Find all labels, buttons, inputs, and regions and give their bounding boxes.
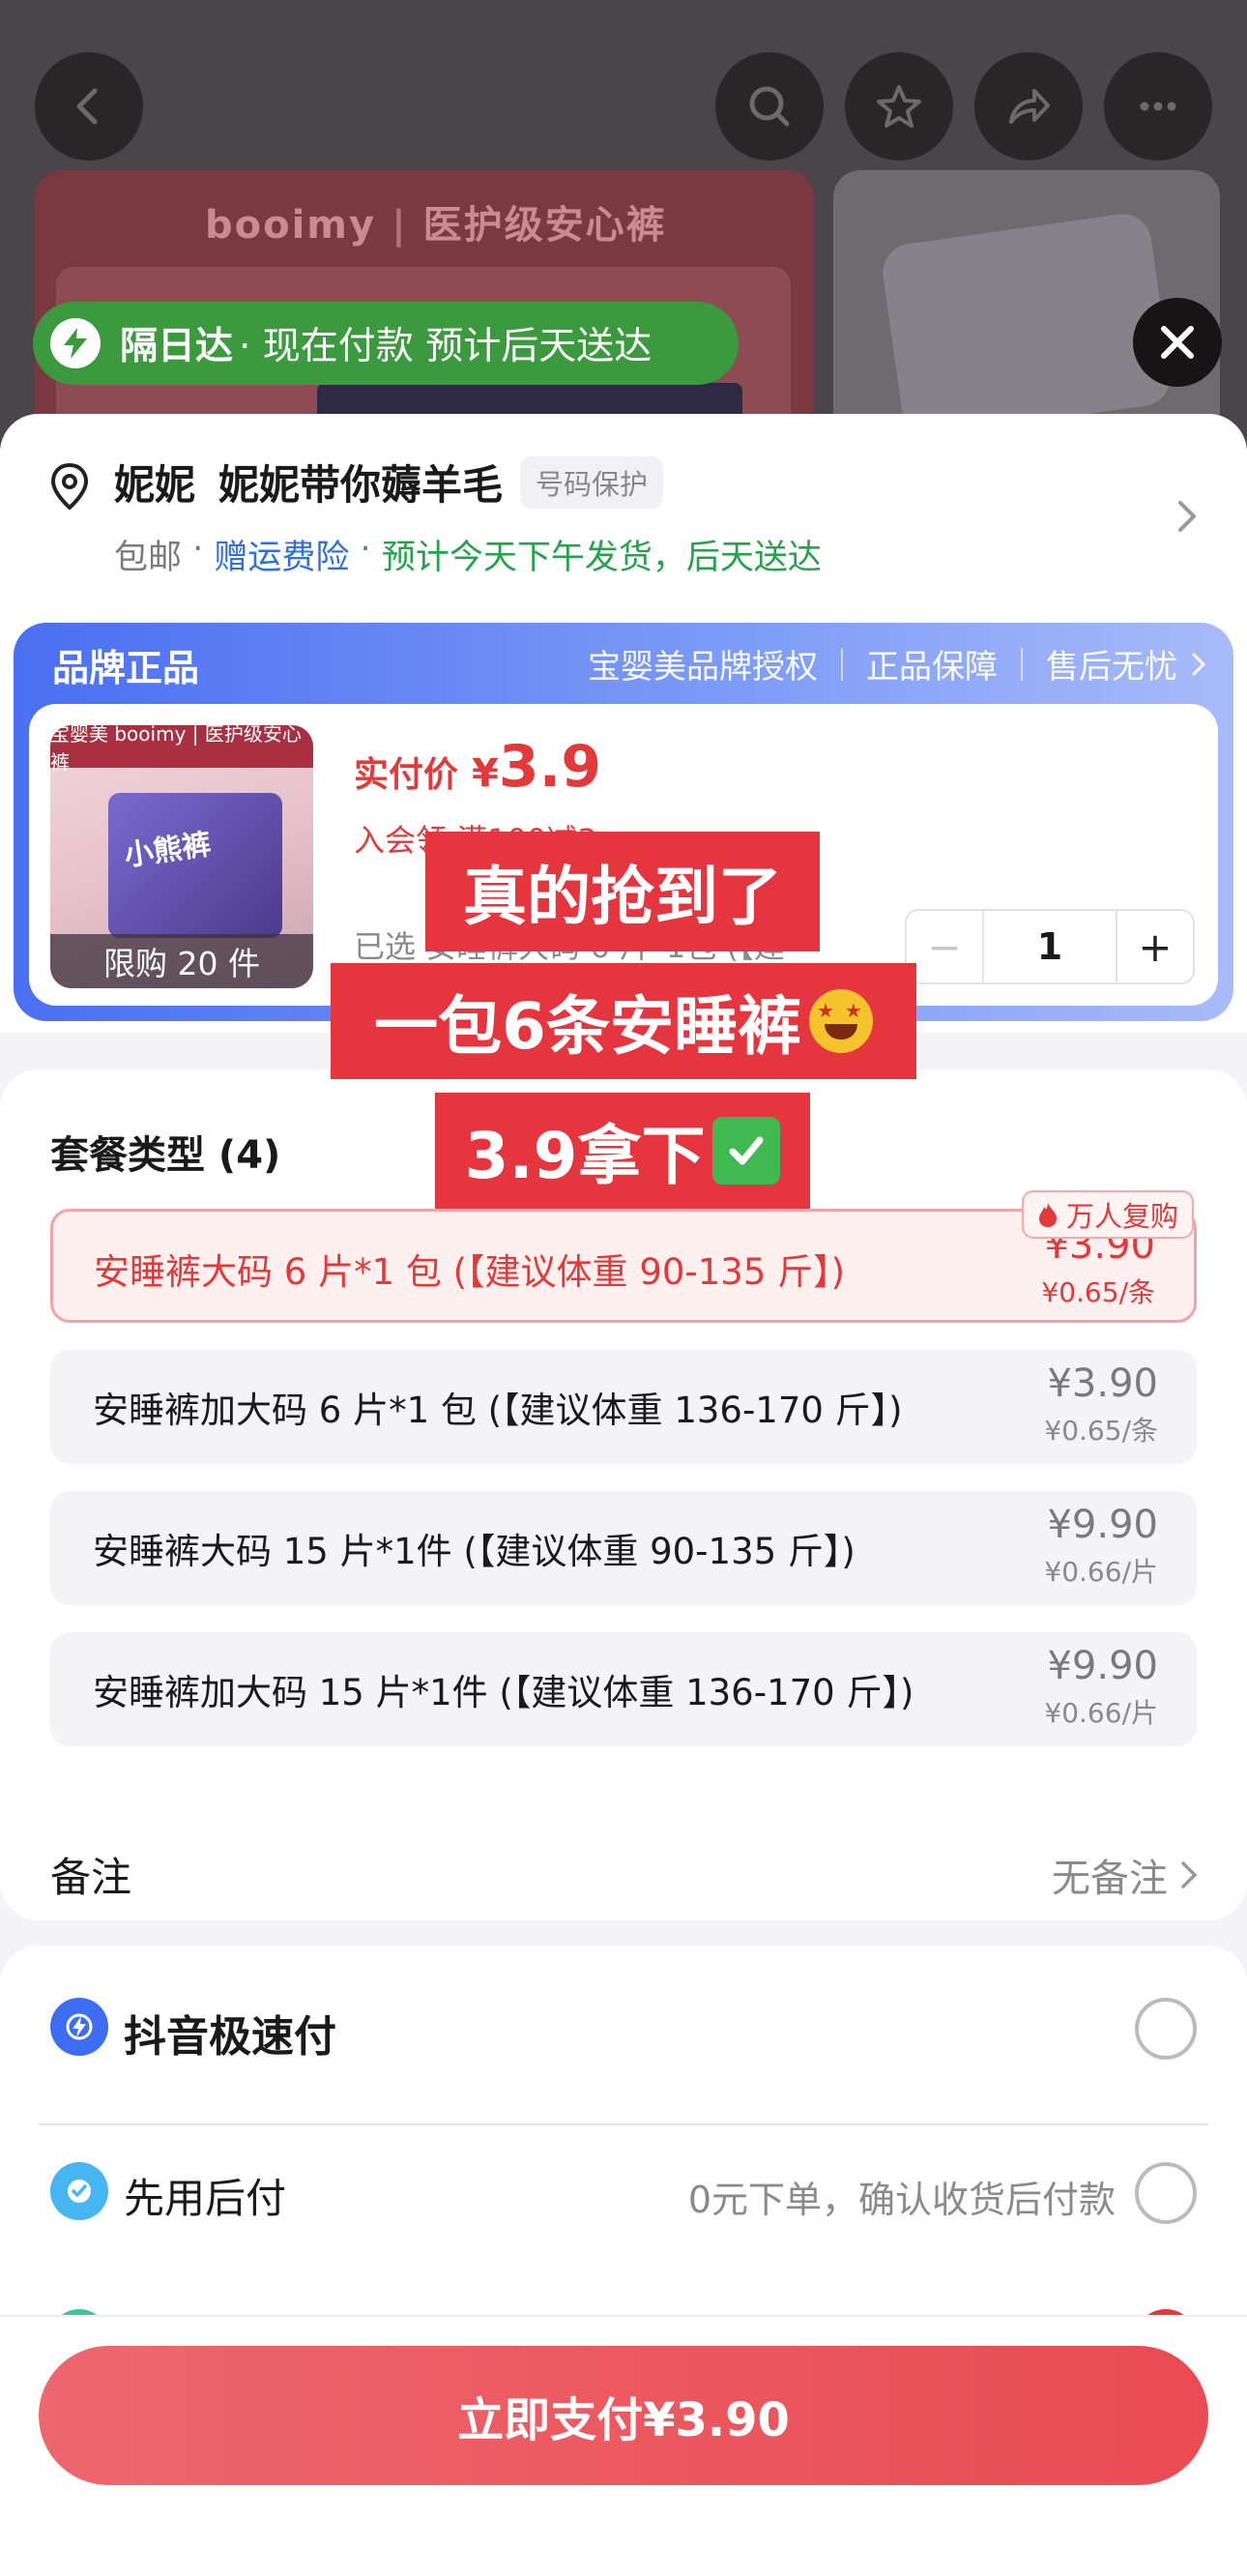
brand-guarantee-box: 品牌正品 宝婴美品牌授权 正品保障 售后无忧 宝婴美 booimy | 医护级安… <box>14 623 1233 1021</box>
chevron-right-icon <box>1192 653 1206 675</box>
purchase-limit: 限购 20 件 <box>50 934 313 988</box>
payment-name: 先用后付 <box>124 2175 287 2222</box>
more-dots-icon <box>1140 102 1176 111</box>
delivery-estimate-pill: 隔日达 · 现在付款 预计后天送达 <box>33 302 739 385</box>
quantity-stepper: − 1 + <box>905 909 1195 984</box>
note-value: 无备注 <box>1052 1857 1168 1901</box>
package-label: 安睡裤加大码 15 片*1件 (【建议体重 136-170 斤】) <box>93 1672 914 1713</box>
check-mark-emoji-icon <box>712 1117 781 1185</box>
package-option-2[interactable]: 安睡裤加大码 6 片*1 包 (【建议体重 136-170 斤】) ¥3.90 ¥… <box>50 1350 1197 1464</box>
payment-radio[interactable] <box>1135 1998 1197 2060</box>
douyin-pay-icon <box>50 1998 108 2056</box>
price-symbol: ¥ <box>472 751 499 796</box>
brand-tag-aftersale: 售后无忧 <box>1046 648 1177 687</box>
shipping-info: 包邮 · 赠运费险 · 预计今天下午发货，后天送达 <box>114 530 822 577</box>
package-price: ¥3.90 <box>1047 1361 1158 1406</box>
hot-badge-text: 万人复购 <box>1065 1200 1178 1233</box>
caption-text: 一包6条安睡裤 <box>374 989 801 1064</box>
brand-tag-genuine: 正品保障 <box>866 648 998 687</box>
caption-line-1: 真的抢到了 <box>425 832 820 951</box>
background-brand: booimy <box>205 203 377 248</box>
flame-icon <box>1038 1203 1057 1227</box>
ship-estimate: 预计今天下午发货，后天送达 <box>381 539 822 577</box>
background-tagline: 医护级安心裤 <box>422 203 667 248</box>
increase-button[interactable]: + <box>1117 911 1193 982</box>
shipping-insurance: 赠运费险 <box>214 539 350 577</box>
quantity-value[interactable]: 1 <box>982 911 1117 982</box>
thumb-strip: 宝婴美 booimy | 医护级安心裤 <box>50 725 313 774</box>
address-name-line: 妮妮 妮妮带你薅羊毛 号码保护 <box>114 453 664 512</box>
payment-desc: 0元下单，确认收货后付款 <box>687 2179 1116 2221</box>
package-option-4[interactable]: 安睡裤加大码 15 片*1件 (【建议体重 136-170 斤】) ¥9.90 ¥… <box>50 1632 1197 1746</box>
share-icon <box>1009 89 1050 124</box>
background-product-page: booimy | 医护级安心裤 <box>0 0 1247 454</box>
lightning-icon <box>50 318 101 368</box>
product-thumbnail[interactable]: 宝婴美 booimy | 医护级安心裤 小熊裤 限购 20 件 <box>50 725 313 988</box>
pay-now-button[interactable]: 立即支付¥3.90 <box>39 2346 1208 2485</box>
note-label: 备注 <box>50 1854 132 1901</box>
package-unit-price: ¥0.66/片 <box>1044 1556 1158 1588</box>
note-row[interactable]: 备注 无备注 <box>0 1824 1247 1920</box>
recipient-address: 妮妮带你薅羊毛 <box>218 461 504 509</box>
chevron-right-icon <box>1181 1861 1198 1888</box>
search-icon <box>749 86 790 127</box>
brand-tags[interactable]: 宝婴美品牌授权 正品保障 售后无忧 <box>588 640 1206 688</box>
location-pin-icon <box>50 462 89 511</box>
actual-price: 实付价 ¥ 3.9 <box>354 733 601 801</box>
delivery-text: · 现在付款 预计后天送达 <box>239 325 652 368</box>
privacy-tag: 号码保护 <box>520 455 664 509</box>
favorite-button[interactable] <box>845 52 953 161</box>
caption-line-2: 一包6条安睡裤 <box>331 963 916 1079</box>
brand-tag-authorized: 宝婴美品牌授权 <box>588 648 818 687</box>
price-label: 实付价 <box>354 755 459 795</box>
check-circle-icon <box>50 2162 108 2220</box>
package-option-3[interactable]: 安睡裤大码 15 片*1件 (【建议体重 90-135 斤】) ¥9.90 ¥0.… <box>50 1491 1197 1605</box>
payment-option-paylater[interactable]: 先用后付 0元下单，确认收货后付款 <box>0 2125 1247 2261</box>
package-unit-price: ¥0.66/片 <box>1044 1697 1158 1729</box>
back-button[interactable] <box>35 52 143 161</box>
package-label: 安睡裤大码 15 片*1件 (【建议体重 90-135 斤】) <box>93 1531 856 1572</box>
star-struck-emoji-icon <box>808 989 873 1053</box>
caption-text: 真的抢到了 <box>463 860 782 934</box>
delivery-badge: 隔日达 <box>120 325 234 368</box>
payment-option-douyin[interactable]: 抖音极速付 <box>0 1961 1247 2096</box>
payment-radio[interactable] <box>1135 2162 1197 2224</box>
package-unit-price: ¥0.65/条 <box>1044 1415 1158 1447</box>
bottom-bar: 立即支付¥3.90 <box>0 2315 1247 2576</box>
package-price: ¥9.90 <box>1047 1503 1158 1547</box>
order-sheet: 妮妮 妮妮带你薅羊毛 号码保护 包邮 · 赠运费险 · 预计今天下午发货，后天送… <box>0 414 1247 2576</box>
chevron-right-icon <box>1178 501 1196 532</box>
more-button[interactable] <box>1104 52 1212 161</box>
caption-line-3: 3.9拿下 <box>435 1093 810 1209</box>
caption-text: 3.9拿下 <box>464 1119 706 1193</box>
share-button[interactable] <box>974 52 1083 161</box>
price-value: 3.9 <box>498 733 602 801</box>
recipient-name: 妮妮 <box>114 461 196 509</box>
hot-badge: 万人复购 <box>1021 1190 1194 1239</box>
star-icon <box>877 85 921 128</box>
package-label: 安睡裤大码 6 片*1 包 (【建议体重 90-135 斤】) <box>94 1251 846 1293</box>
decrease-button[interactable]: − <box>907 911 982 982</box>
search-button[interactable] <box>715 52 824 161</box>
package-label: 安睡裤加大码 6 片*1 包 (【建议体重 136-170 斤】) <box>93 1390 903 1431</box>
package-unit-price: ¥0.65/条 <box>1041 1276 1155 1308</box>
close-button[interactable] <box>1133 298 1222 387</box>
package-title: 套餐类型 (4) <box>50 1133 281 1178</box>
back-arrow-icon <box>76 88 98 125</box>
free-shipping: 包邮 <box>114 539 183 577</box>
brand-title: 品牌正品 <box>52 647 200 689</box>
package-option-1[interactable]: 万人复购 安睡裤大码 6 片*1 包 (【建议体重 90-135 斤】) ¥3.… <box>50 1190 1197 1323</box>
package-price: ¥9.90 <box>1047 1644 1158 1688</box>
close-icon <box>1161 326 1194 359</box>
payment-name: 抖音极速付 <box>124 2012 336 2062</box>
